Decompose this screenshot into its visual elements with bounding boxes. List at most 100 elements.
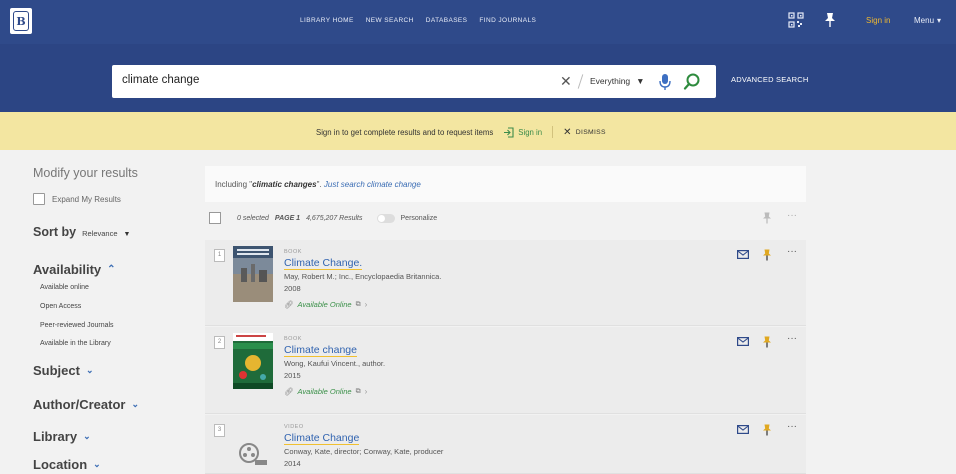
banner-message: Sign in to get complete results and to r…: [316, 127, 494, 137]
link-icon: 🔗︎: [284, 300, 294, 309]
nav-databases[interactable]: DATABASES: [426, 17, 468, 24]
availability-peer-reviewed[interactable]: Peer-reviewed Journals: [40, 322, 114, 329]
external-link-icon: ⧉: [355, 300, 361, 308]
more-options-icon[interactable]: ···: [787, 333, 797, 344]
clear-search-icon[interactable]: ✕: [560, 73, 572, 89]
advanced-search-link[interactable]: ADVANCED SEARCH: [731, 75, 808, 84]
result-author: Conway, Kate, director; Conway, Kate, pr…: [284, 447, 444, 456]
checkbox[interactable]: [33, 193, 45, 205]
nav-new-search[interactable]: NEW SEARCH: [366, 17, 414, 24]
search-input[interactable]: [122, 74, 542, 86]
result-year: 2015: [284, 371, 301, 380]
result-author: Wong, Kaufui Vincent., author.: [284, 359, 386, 368]
nav-library-home[interactable]: LIBRARY HOME: [300, 17, 354, 24]
selected-count: 0 selected: [237, 215, 269, 222]
email-icon[interactable]: [737, 250, 749, 259]
scope-value: Everything: [590, 76, 631, 86]
chevron-down-icon: ⌄: [93, 459, 101, 469]
pin-icon[interactable]: [762, 249, 772, 261]
top-bar: B LIBRARY HOME NEW SEARCH DATABASES FIND…: [0, 0, 956, 44]
divider: [577, 74, 584, 89]
result-title[interactable]: Climate Change: [284, 432, 360, 445]
more-options-icon[interactable]: ···: [787, 421, 797, 432]
just-search-link[interactable]: Just search climate change: [324, 180, 421, 189]
pin-icon[interactable]: [762, 336, 772, 348]
dismiss-button[interactable]: ✕ DISMISS: [563, 127, 606, 138]
just-search-text: Just search: [323, 180, 365, 189]
result-title[interactable]: Climate Change.: [284, 257, 363, 270]
including-notice: Including "climatic changes". Just searc…: [205, 166, 806, 202]
search-icon[interactable]: [683, 72, 701, 90]
result-type: BOOK: [284, 249, 302, 255]
pin-icon[interactable]: [762, 424, 772, 436]
result-type: VIDEO: [284, 424, 304, 430]
sign-in-banner: Sign in to get complete results and to r…: [0, 112, 956, 150]
result-index: 3: [214, 424, 225, 437]
book-cover-image[interactable]: [233, 333, 273, 389]
chevron-down-icon: ▾: [937, 16, 942, 25]
pin-icon[interactable]: [762, 212, 772, 224]
sort-by-control[interactable]: Sort by Relevance ▼: [33, 225, 130, 239]
result-author: May, Robert M.; Inc., Encyclopaedia Brit…: [284, 272, 442, 281]
chevron-down-icon: ⌄: [83, 431, 91, 441]
sign-in-link[interactable]: Sign in: [866, 16, 890, 25]
result-item[interactable]: 3 VIDEO Climate Change Conway, Kate, dir…: [205, 415, 806, 474]
sidebar-title: Modify your results: [33, 166, 138, 180]
available-online-link[interactable]: 🔗︎ Available Online ⧉ ›: [284, 387, 367, 396]
email-icon[interactable]: [737, 425, 749, 434]
availability-in-library[interactable]: Available in the Library: [40, 340, 111, 347]
results-panel: Including "climatic changes". Just searc…: [205, 166, 806, 474]
facet-label: Author/Creator: [33, 397, 126, 412]
book-cover-image[interactable]: [233, 246, 273, 302]
availability-available-online[interactable]: Available online: [40, 284, 89, 291]
facet-label: Availability: [33, 262, 102, 277]
result-type: BOOK: [284, 336, 302, 342]
select-all-checkbox[interactable]: [209, 212, 221, 224]
video-reel-icon: [239, 443, 267, 465]
facet-availability[interactable]: Availability ⌃: [33, 262, 116, 277]
results-count: 4,675,207 Results: [306, 215, 363, 222]
result-year: 2014: [284, 459, 301, 468]
banner-sign-in-label: Sign in: [518, 127, 543, 137]
facet-label: Location: [33, 457, 88, 472]
more-options-icon[interactable]: ···: [787, 210, 797, 221]
facet-label: Subject: [33, 363, 80, 378]
banner-divider: [552, 126, 554, 138]
qr-code-icon[interactable]: [788, 12, 804, 28]
search-bar-area: ✕ Everything ▼ ADVANCED SEARCH: [0, 44, 956, 112]
personalize-toggle[interactable]: [376, 214, 395, 223]
results-toolbar: 0 selected PAGE 1 4,675,207 Results Pers…: [205, 208, 806, 230]
facet-author-creator[interactable]: Author/Creator ⌄: [33, 397, 139, 412]
chevron-right-icon: ›: [364, 387, 368, 396]
menu-label: Menu: [914, 16, 935, 25]
result-item[interactable]: 1 BOOK Climate Change. May, Robert M.; I…: [205, 240, 806, 326]
chevron-down-icon: ⌄: [85, 365, 94, 375]
expand-results-checkbox[interactable]: Expand My Results: [33, 193, 121, 205]
external-link-icon: ⧉: [355, 387, 361, 395]
menu-button[interactable]: Menu ▾: [914, 16, 941, 25]
including-term: climatic changes: [252, 180, 317, 189]
including-prefix: Including ": [215, 180, 253, 189]
logo-letter: B: [13, 11, 29, 31]
facet-subject[interactable]: Subject ⌄: [33, 363, 94, 378]
nav-find-journals[interactable]: FIND JOURNALS: [479, 17, 536, 24]
more-options-icon[interactable]: ···: [787, 246, 797, 257]
availability-open-access[interactable]: Open Access: [40, 303, 81, 310]
email-icon[interactable]: [737, 337, 749, 346]
result-title[interactable]: Climate change: [284, 344, 357, 357]
facet-location[interactable]: Location ⌄: [33, 457, 101, 472]
library-logo[interactable]: B: [10, 8, 32, 34]
banner-sign-in-link[interactable]: Sign in: [503, 126, 543, 138]
facet-library[interactable]: Library ⌄: [33, 429, 91, 444]
result-item[interactable]: 2 BOOK Climate change Wong, Kaufui Vince…: [205, 327, 806, 414]
pin-icon[interactable]: [823, 12, 837, 28]
search-scope-select[interactable]: Everything ▼: [590, 76, 645, 86]
personalize-label: Personalize: [400, 215, 438, 222]
page-indicator: PAGE 1: [274, 215, 301, 222]
search-box: ✕ Everything ▼: [112, 65, 716, 98]
top-nav: LIBRARY HOME NEW SEARCH DATABASES FIND J…: [300, 17, 536, 24]
including-suffix: ".: [316, 180, 322, 189]
microphone-icon[interactable]: [659, 73, 671, 91]
available-online-link[interactable]: 🔗︎ Available Online ⧉ ›: [284, 300, 367, 309]
sign-in-icon: [504, 126, 514, 138]
